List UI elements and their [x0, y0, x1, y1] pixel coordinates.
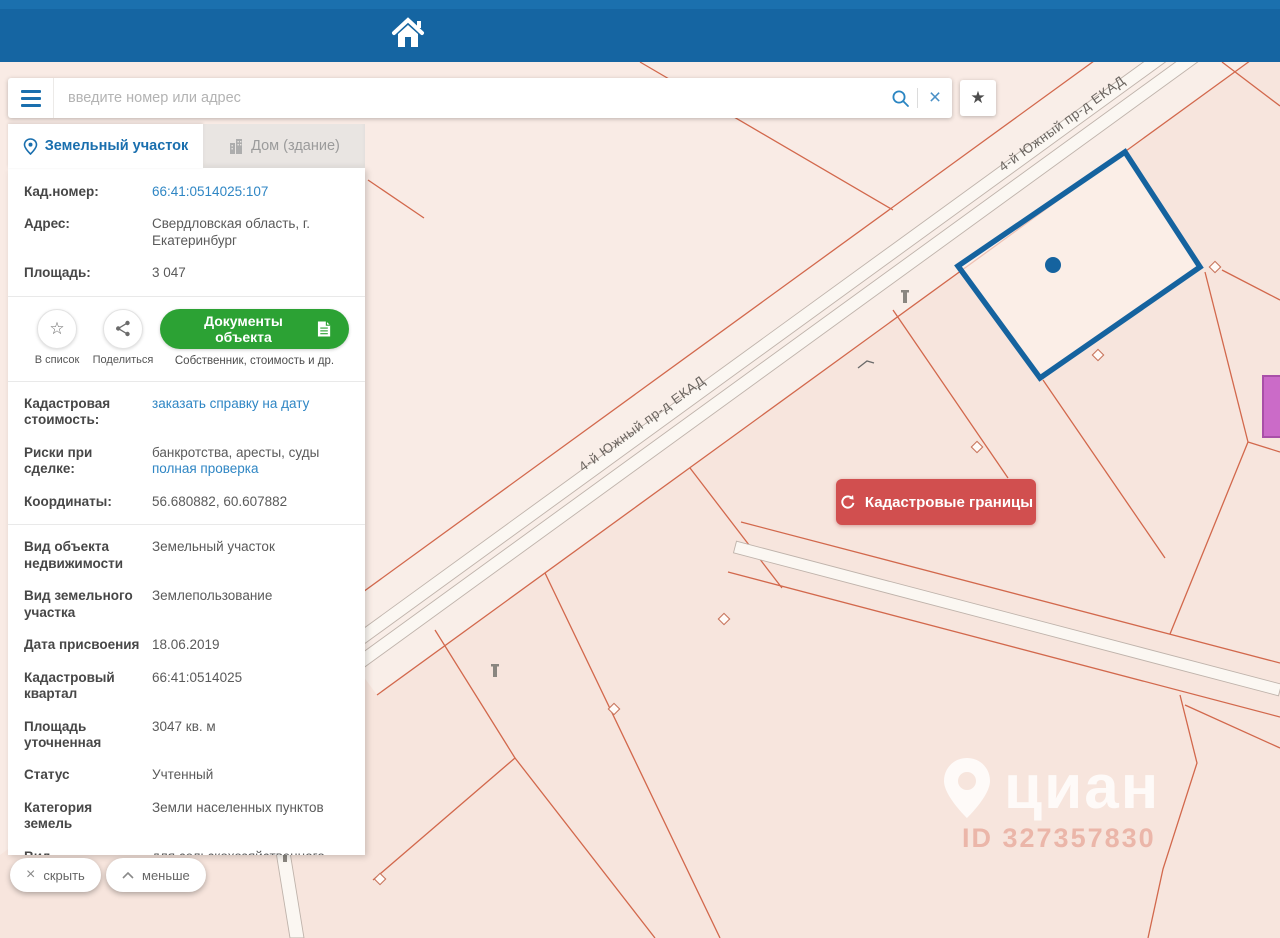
detail-label: Вид разрешенного использования — [24, 849, 152, 855]
row-deal-risks: Риски при сделке: банкротства, аресты, с… — [8, 437, 365, 486]
row-cadastral-cost: Кадастровая стоимость: заказать справку … — [8, 388, 365, 437]
detail-row: Категория земель Земли населенных пункто… — [8, 792, 365, 841]
detail-row: Вид объекта недвижимости Земельный участ… — [8, 531, 365, 580]
detail-value: для сельскохозяйственного использования — [152, 849, 349, 855]
detail-value: Землепользование — [152, 588, 349, 621]
row-cad-number: Кад.номер: 66:41:0514025:107 — [8, 176, 365, 208]
detail-value: 66:41:0514025 — [152, 670, 349, 703]
add-to-list-label: В список — [24, 354, 90, 366]
object-documents-label: Документы объекта — [178, 313, 309, 345]
share-button[interactable] — [103, 309, 143, 349]
tab-land-label: Земельный участок — [45, 138, 189, 154]
divider — [8, 524, 365, 525]
hide-panel-button[interactable]: × скрыть — [10, 858, 101, 892]
show-less-button[interactable]: меньше — [106, 858, 206, 892]
close-icon: × — [26, 867, 35, 883]
tab-house-label: Дом (здание) — [251, 138, 340, 154]
hide-label: скрыть — [43, 868, 85, 883]
favorites-button[interactable]: ★ — [960, 80, 996, 116]
detail-value: Земли населенных пунктов — [152, 800, 349, 833]
home-button[interactable] — [386, 16, 430, 50]
cad-number-link[interactable]: 66:41:0514025:107 — [152, 184, 268, 199]
row-coordinates: Координаты: 56.680882, 60.607882 — [8, 486, 365, 518]
tab-land-parcel[interactable]: Земельный участок — [8, 124, 203, 168]
star-outline-icon: ☆ — [49, 319, 64, 339]
address-label: Адрес: — [24, 216, 152, 249]
cad-number-label: Кад.номер: — [24, 184, 152, 200]
home-icon — [386, 16, 430, 50]
detail-label: Категория земель — [24, 800, 152, 833]
chevron-up-icon — [122, 872, 134, 879]
search-input[interactable] — [54, 90, 883, 106]
search-button[interactable] — [883, 78, 917, 118]
detail-label: Кадастровый квартал — [24, 670, 152, 703]
detail-label: Дата присвоения — [24, 637, 152, 653]
star-icon: ★ — [970, 88, 985, 108]
purple-parcel — [1263, 376, 1280, 437]
share-icon — [115, 320, 131, 337]
object-documents-button[interactable]: Документы объекта — [160, 309, 349, 349]
detail-value: 3047 кв. м — [152, 719, 349, 752]
less-label: меньше — [142, 868, 190, 883]
cadastral-borders-button[interactable]: Кадастровые границы — [836, 479, 1036, 525]
object-type-tabs: Земельный участок Дом (здание) — [8, 124, 365, 168]
cadastral-cost-label: Кадастровая стоимость: — [24, 396, 152, 429]
hamburger-icon — [21, 90, 41, 93]
detail-row: Вид разрешенного использования для сельс… — [8, 841, 365, 855]
deal-risks-value: банкротства, аресты, суды — [152, 445, 319, 460]
menu-button[interactable] — [8, 78, 54, 118]
divider — [8, 296, 365, 297]
detail-value: Земельный участок — [152, 539, 349, 572]
detail-row: Кадастровый квартал 66:41:0514025 — [8, 662, 365, 711]
deal-risks-label: Риски при сделке: — [24, 445, 152, 478]
area-label: Площадь: — [24, 265, 152, 281]
share-label: Поделиться — [90, 354, 156, 366]
pin-icon — [23, 138, 38, 155]
refresh-icon — [839, 493, 857, 511]
detail-row: Площадь уточненная 3047 кв. м — [8, 711, 365, 760]
full-check-link[interactable]: полная проверка — [152, 461, 259, 476]
cadastral-borders-label: Кадастровые границы — [865, 494, 1033, 511]
coordinates-label: Координаты: — [24, 494, 152, 510]
selected-parcel-dot — [1045, 257, 1061, 273]
area-value: 3 047 — [152, 265, 349, 281]
detail-value: Учтенный — [152, 767, 349, 783]
address-value: Свердловская область, г. Екатеринбург — [152, 216, 349, 249]
add-to-list-button[interactable]: ☆ — [37, 309, 77, 349]
detail-label: Вид объекта недвижимости — [24, 539, 152, 572]
clear-search-button[interactable]: × — [918, 78, 952, 118]
tab-house-building[interactable]: Дом (здание) — [203, 124, 365, 168]
detail-value: 18.06.2019 — [152, 637, 349, 653]
magnifier-icon — [891, 89, 910, 108]
parcel-info-panel: Кад.номер: 66:41:0514025:107 Адрес: Свер… — [8, 168, 365, 855]
detail-row: Дата присвоения 18.06.2019 — [8, 629, 365, 661]
top-header — [0, 0, 1280, 62]
document-icon — [317, 320, 331, 338]
divider — [8, 381, 365, 382]
detail-row: Статус Учтенный — [8, 759, 365, 791]
row-address: Адрес: Свердловская область, г. Екатерин… — [8, 208, 365, 257]
object-documents-subtitle: Собственник, стоимость и др. — [160, 355, 349, 367]
row-area: Площадь: 3 047 — [8, 257, 365, 289]
coordinates-value: 56.680882, 60.607882 — [152, 494, 349, 510]
close-icon: × — [929, 87, 941, 108]
search-bar: × — [8, 78, 952, 118]
cost-report-link[interactable]: заказать справку на дату — [152, 396, 309, 411]
actions-row: ☆ В список Поделиться Документы объекта — [8, 303, 365, 375]
detail-label: Вид земельного участка — [24, 588, 152, 621]
detail-label: Статус — [24, 767, 152, 783]
detail-row: Вид земельного участка Землепользование — [8, 580, 365, 629]
detail-label: Площадь уточненная — [24, 719, 152, 752]
building-icon — [228, 138, 244, 154]
